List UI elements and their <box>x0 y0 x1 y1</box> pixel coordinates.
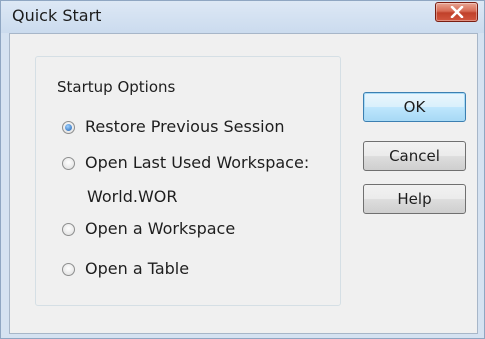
close-button[interactable] <box>435 2 478 22</box>
open-last-used-workspace-radio[interactable] <box>62 157 75 170</box>
title-bar[interactable]: Quick Start <box>1 1 484 33</box>
open-a-table-label[interactable]: Open a Table <box>85 259 189 279</box>
ok-button[interactable]: OK <box>363 92 466 122</box>
window-title: Quick Start <box>12 6 102 25</box>
last-workspace-name: World.WOR <box>87 187 178 206</box>
open-last-used-workspace-label[interactable]: Open Last Used Workspace: <box>85 153 309 173</box>
cancel-button[interactable]: Cancel <box>363 141 466 171</box>
open-a-table-radio[interactable] <box>62 263 75 276</box>
restore-previous-session-label[interactable]: Restore Previous Session <box>85 117 285 137</box>
restore-previous-session-radio[interactable] <box>62 121 75 134</box>
startup-options-label: Startup Options <box>53 78 180 96</box>
close-icon <box>450 6 464 18</box>
open-a-workspace-label[interactable]: Open a Workspace <box>85 219 235 239</box>
help-button[interactable]: Help <box>363 184 466 214</box>
open-a-workspace-radio[interactable] <box>62 223 75 236</box>
